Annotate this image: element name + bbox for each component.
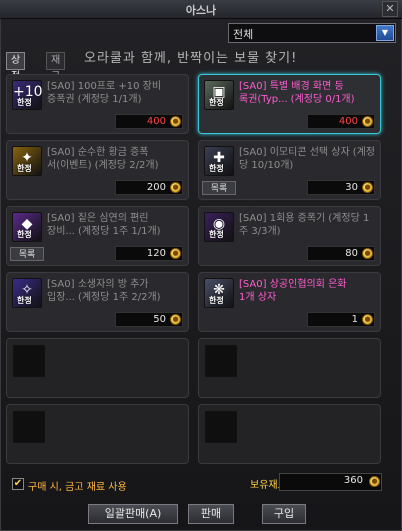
item-price: 80 ●	[307, 246, 375, 261]
item-price-value: 400	[146, 116, 166, 127]
item-icon[interactable]: ✧ 한정	[12, 278, 42, 308]
shop-item-card[interactable]: ❋ 한정 [SA0] 상공인협의회 은화 1개 상자 1 ●	[198, 272, 381, 332]
item-price: 50 ●	[115, 312, 183, 327]
limited-badge: 한정	[17, 98, 32, 107]
event-banner: 오라쿨과 함께, 반짝이는 보물 찾기!	[84, 51, 298, 66]
empty-item-slot	[6, 338, 189, 398]
item-purchase-limit: (계정당 1주 1/1개)	[77, 226, 161, 237]
use-vault-label: 구매 시, 금고 재료 사용	[28, 482, 127, 493]
item-list-button[interactable]: 목록	[10, 247, 44, 261]
coin-icon: ●	[170, 314, 181, 325]
window-title: 아스나	[185, 4, 217, 17]
item-price-value: 400	[338, 116, 358, 127]
sell-button[interactable]: 판매	[188, 504, 234, 524]
close-icon: ✕	[385, 2, 395, 15]
coin-icon: ●	[170, 182, 181, 193]
owned-material-box: 360 ●	[279, 473, 382, 491]
item-purchase-limit: (계정당 1/1개)	[77, 94, 142, 105]
shop-item-card[interactable]: ◆ 한정 [SA0] 짙은 심연의 편린 장비... (계정당 1주 1/1개) 목록 1…	[6, 206, 189, 266]
item-name: [SA0] 이모티콘 선택 상자 (계정당 10/10개)	[239, 146, 377, 174]
item-purchase-limit: (계정당 2/2개)	[94, 160, 159, 171]
coin-icon: ●	[369, 476, 380, 487]
item-price-value: 200	[146, 182, 166, 193]
coin-icon: ●	[362, 182, 373, 193]
category-dropdown[interactable]: 전체 ▼	[228, 23, 396, 43]
item-title: [SA0] 이모티콘 선택 상자	[239, 147, 350, 158]
item-icon[interactable]: ◉ 한정	[204, 212, 234, 242]
item-icon[interactable]: ❋ 한정	[204, 278, 234, 308]
shop-item-card[interactable]: ✦ 한정 [SA0] 순수한 황금 증폭 서(이벤트) (계정당 2/2개) 200 ●	[6, 140, 189, 200]
item-name: [SA0] 특별 배경 화면 등 록권(Typ... (계정당 0/1개)	[239, 80, 377, 108]
item-icon[interactable]: ▣ 한정	[204, 80, 234, 110]
shop-window: 아스나 ✕ 전체 ▼ 상점 재구입 오라쿨과 함께, 반짝이는 보물 찾기! +…	[0, 0, 402, 531]
coin-icon: ●	[362, 116, 373, 127]
item-price-value: 50	[153, 314, 166, 325]
item-price: 400 ●	[115, 114, 183, 129]
shop-item-card[interactable]: ◉ 한정 [SA0] 1회용 증폭기 (계정당 1주 3/3개) 80 ●	[198, 206, 381, 266]
item-price-value: 1	[351, 314, 358, 325]
owned-material-value: 360	[343, 475, 363, 486]
item-price: 1 ●	[307, 312, 375, 327]
shop-item-card[interactable]: ▣ 한정 [SA0] 특별 배경 화면 등 록권(Typ... (계정당 0/1개) 4…	[198, 74, 381, 134]
empty-icon-slot	[205, 345, 237, 377]
limited-badge: 한정	[209, 98, 224, 107]
item-price-value: 30	[345, 182, 358, 193]
empty-icon-slot	[13, 345, 45, 377]
limited-badge: 한정	[17, 230, 32, 239]
empty-item-slot	[198, 338, 381, 398]
item-icon[interactable]: ✚ 한정	[204, 146, 234, 176]
empty-item-slot	[6, 404, 189, 464]
limited-badge: 한정	[17, 296, 32, 305]
item-title: [SA0] 1회용 증폭기	[239, 213, 326, 224]
item-price: 400 ●	[307, 114, 375, 129]
tab-shop[interactable]: 상점	[6, 52, 26, 82]
coin-icon: ●	[362, 248, 373, 259]
shop-item-card[interactable]: ✚ 한정 [SA0] 이모티콘 선택 상자 (계정당 10/10개) 목록 30 ●	[198, 140, 381, 200]
item-name: [SA0] 1회용 증폭기 (계정당 1주 3/3개)	[239, 212, 377, 240]
buy-button[interactable]: 구입	[262, 504, 306, 524]
chevron-down-icon[interactable]: ▼	[376, 25, 394, 41]
item-purchase-limit: (계정당 0/1개)	[290, 94, 355, 105]
item-name: [SA0] 순수한 황금 증폭 서(이벤트) (계정당 2/2개)	[47, 146, 185, 174]
use-vault-checkbox[interactable]: ✔	[12, 478, 24, 490]
empty-icon-slot	[13, 411, 45, 443]
item-price: 120 ●	[115, 246, 183, 261]
coin-icon: ●	[170, 248, 181, 259]
category-dropdown-value: 전체	[233, 28, 254, 41]
limited-badge: 한정	[17, 164, 32, 173]
empty-item-slot	[198, 404, 381, 464]
item-name: [SA0] 100프로 +10 장비 증폭권 (계정당 1/1개)	[47, 80, 185, 108]
item-icon[interactable]: ✦ 한정	[12, 146, 42, 176]
item-price-value: 80	[345, 248, 358, 259]
item-price-value: 120	[146, 248, 166, 259]
item-icon[interactable]: +10 한정	[12, 80, 43, 110]
empty-icon-slot	[205, 411, 237, 443]
item-list-button[interactable]: 목록	[202, 181, 236, 195]
item-name: [SA0] 소생자의 방 추가 입장... (계정당 1주 2/2개)	[47, 278, 185, 306]
check-icon: ✔	[13, 478, 23, 489]
coin-icon: ●	[362, 314, 373, 325]
limited-badge: 한정	[209, 296, 224, 305]
coin-icon: ●	[170, 116, 181, 127]
limited-badge: 한정	[209, 230, 224, 239]
shop-item-card[interactable]: ✧ 한정 [SA0] 소생자의 방 추가 입장... (계정당 1주 2/2개) 50 ●	[6, 272, 189, 332]
item-price: 30 ●	[307, 180, 375, 195]
item-name: [SA0] 상공인협의회 은화 1개 상자	[239, 278, 377, 306]
item-purchase-limit: (계정당 1주 2/2개)	[77, 292, 161, 303]
bulk-sell-button[interactable]: 일괄판매(A)	[88, 504, 178, 524]
tab-rebuy[interactable]: 재구입	[46, 52, 66, 98]
item-name: [SA0] 짙은 심연의 편린 장비... (계정당 1주 1/1개)	[47, 212, 185, 240]
close-button[interactable]: ✕	[382, 1, 398, 17]
title-bar[interactable]: 아스나 ✕	[0, 0, 402, 19]
limited-badge: 한정	[209, 164, 224, 173]
item-title: [SA0] 상공인협의회 은화 1개 상자	[239, 279, 347, 303]
item-icon[interactable]: ◆ 한정	[12, 212, 42, 242]
item-price: 200 ●	[115, 180, 183, 195]
footer: ✔ 구매 시, 금고 재료 사용 보유재료: 360 ● 일괄판매(A) 판매 …	[0, 470, 402, 531]
filter-bar: 전체 ▼	[0, 19, 402, 47]
shop-item-card[interactable]: +10 한정 [SA0] 100프로 +10 장비 증폭권 (계정당 1/1개) 400…	[6, 74, 189, 134]
